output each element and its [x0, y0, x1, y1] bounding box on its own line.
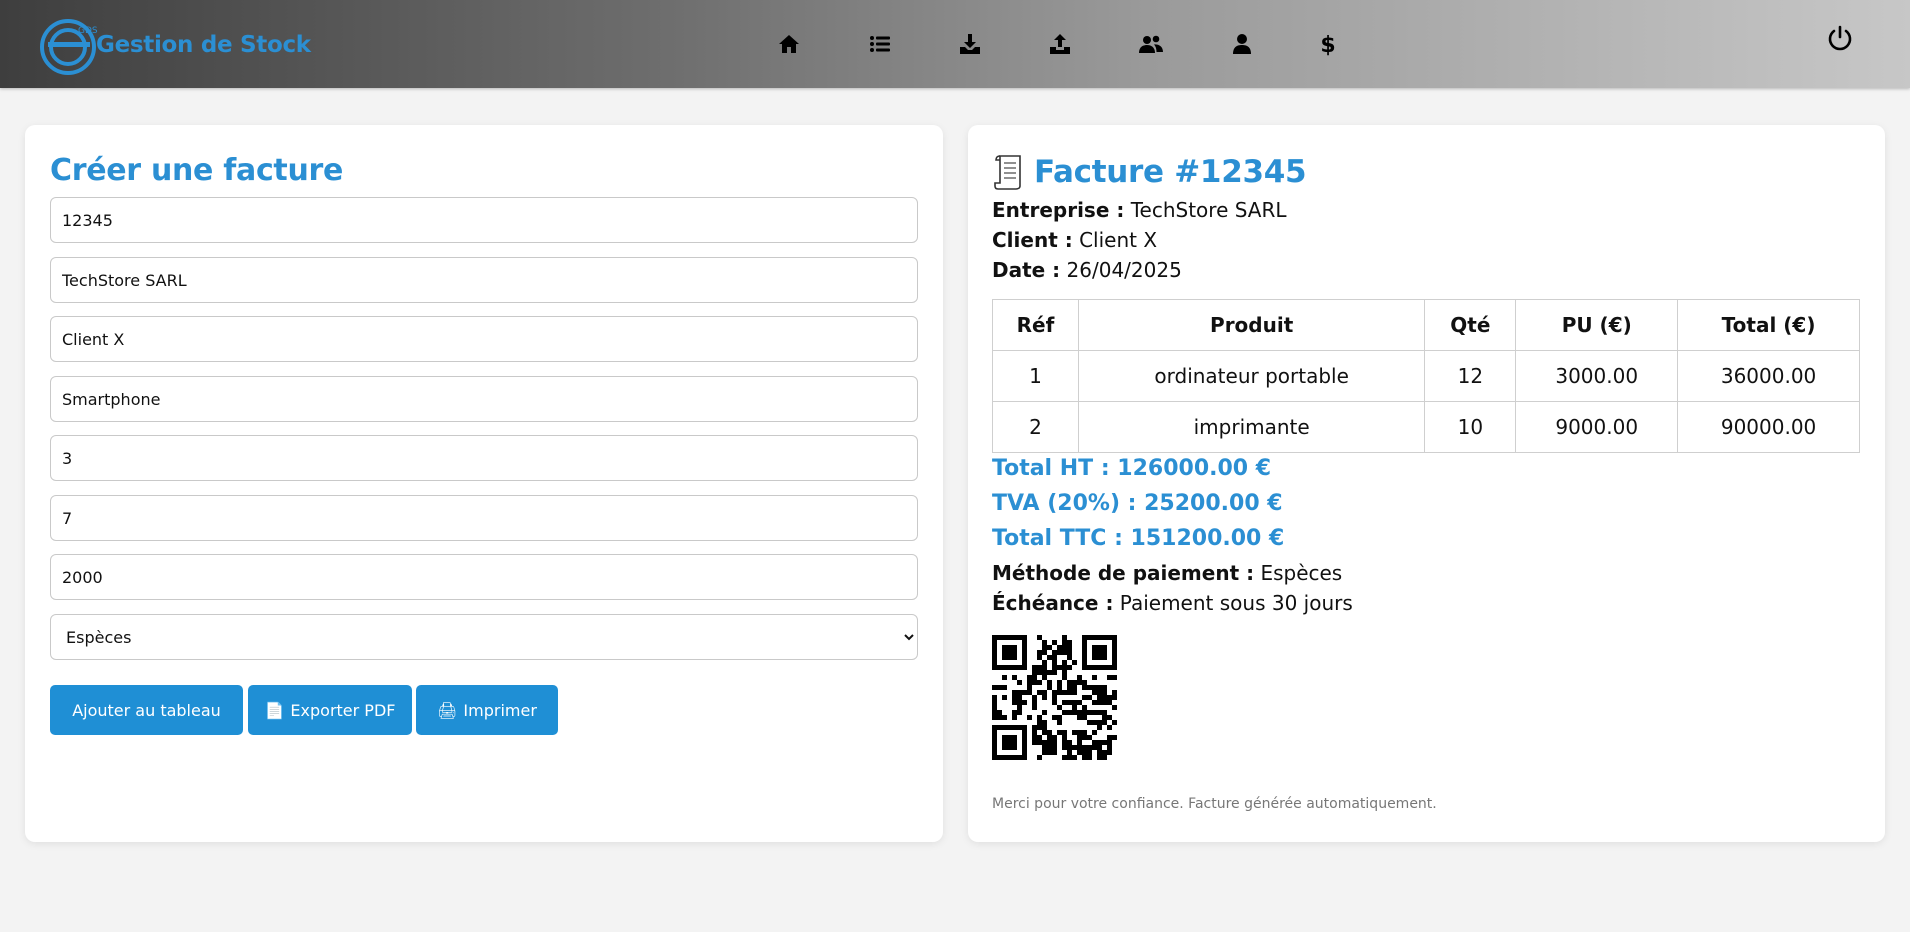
nav-users[interactable]	[1137, 30, 1165, 58]
nav-list[interactable]	[866, 30, 894, 58]
nav-entries[interactable]	[956, 30, 984, 58]
users-icon	[1139, 35, 1163, 53]
export-pdf-button[interactable]: 📄 Exporter PDF	[248, 685, 412, 735]
date-label: Date :	[992, 258, 1061, 282]
top-navbar: GDS Gestion de Stock $	[0, 0, 1910, 88]
invoice-title: Facture #12345	[992, 153, 1307, 191]
col-ref-header: Réf	[992, 299, 1079, 351]
client-input[interactable]	[50, 316, 918, 362]
nav-exits[interactable]	[1046, 30, 1074, 58]
due-value: Paiement sous 30 jours	[1119, 591, 1353, 615]
logout-button[interactable]	[1826, 24, 1856, 54]
client-value: Client X	[1079, 228, 1158, 252]
print-button-label: Imprimer	[463, 700, 537, 720]
col-total-header: Total (€)	[1677, 299, 1860, 351]
printer-icon: 🖨	[437, 700, 458, 720]
cell-qty: 12	[1424, 350, 1517, 402]
payment-line: Méthode de paiement : Espèces	[992, 561, 1342, 585]
payment-value: Espèces	[1260, 561, 1343, 585]
client-label: Client :	[992, 228, 1073, 252]
thanks-note: Merci pour votre confiance. Facture géné…	[992, 796, 1437, 812]
nav-profile[interactable]	[1228, 30, 1256, 58]
cell-ref: 2	[992, 401, 1079, 453]
date-line: Date : 26/04/2025	[992, 258, 1182, 282]
invoice-title-text: Facture #12345	[1034, 154, 1307, 190]
nav-sales[interactable]: $	[1314, 30, 1342, 58]
cell-unit-price: 9000.00	[1515, 401, 1679, 453]
col-unit-price-header: PU (€)	[1515, 299, 1679, 351]
cell-ref: 1	[992, 350, 1079, 402]
print-button[interactable]: 🖨 Imprimer	[416, 685, 558, 735]
unit-price-input[interactable]	[50, 554, 918, 600]
date-value: 26/04/2025	[1066, 258, 1182, 282]
invoice-preview-card: Facture #12345 Entreprise : TechStore SA…	[968, 125, 1885, 842]
total-ht: Total HT : 126000.00 €	[992, 456, 1272, 481]
product-input[interactable]	[50, 376, 918, 422]
due-label: Échéance :	[992, 591, 1114, 615]
company-value: TechStore SARL	[1130, 198, 1287, 222]
export-button-label: Exporter PDF	[290, 700, 396, 720]
payment-method-select[interactable]: Espèces	[50, 614, 918, 660]
quantity-input[interactable]	[50, 435, 918, 481]
client-line: Client : Client X	[992, 228, 1157, 252]
add-to-table-button[interactable]: Ajouter au tableau	[50, 685, 243, 735]
cell-total: 36000.00	[1677, 350, 1860, 402]
cell-total: 90000.00	[1677, 401, 1860, 453]
svg-text:GDS: GDS	[78, 26, 98, 36]
power-icon	[1828, 25, 1852, 51]
document-icon: 📄	[264, 700, 285, 720]
form-title: Créer une facture	[50, 153, 344, 188]
cell-product: ordinateur portable	[1077, 350, 1426, 402]
gds-logo: GDS	[40, 19, 98, 75]
field-input-6[interactable]	[50, 495, 918, 541]
svg-text:$: $	[1320, 33, 1335, 56]
dollar-icon: $	[1320, 33, 1335, 56]
home-icon	[779, 35, 799, 53]
invoice-form-card: Créer une facture Espèces Ajouter au tab…	[25, 125, 943, 842]
company-label: Entreprise :	[992, 198, 1125, 222]
user-icon	[1233, 34, 1251, 54]
tva-amount: TVA (20%) : 25200.00 €	[992, 491, 1283, 516]
list-icon	[870, 36, 890, 52]
add-button-label: Ajouter au tableau	[72, 700, 221, 720]
table-row: 1 ordinateur portable 12 3000.00 36000.0…	[992, 350, 1860, 402]
cell-product: imprimante	[1077, 401, 1426, 453]
col-product-header: Produit	[1077, 299, 1426, 351]
cell-qty: 10	[1424, 401, 1517, 453]
brand-title: Gestion de Stock	[96, 32, 311, 58]
upload-icon	[1050, 34, 1070, 54]
table-row: 2 imprimante 10 9000.00 90000.00	[992, 401, 1860, 453]
total-ttc: Total TTC : 151200.00 €	[992, 526, 1285, 551]
brand[interactable]: GDS Gestion de Stock	[38, 14, 311, 76]
scroll-icon	[994, 155, 1021, 190]
company-line: Entreprise : TechStore SARL	[992, 198, 1287, 222]
table-header-row: Réf Produit Qté PU (€) Total (€)	[992, 299, 1860, 351]
company-input[interactable]	[50, 257, 918, 303]
due-line: Échéance : Paiement sous 30 jours	[992, 591, 1353, 615]
nav-home[interactable]	[775, 30, 803, 58]
invoice-items-table: Réf Produit Qté PU (€) Total (€) 1 ordin…	[992, 299, 1860, 453]
cell-unit-price: 3000.00	[1515, 350, 1679, 402]
col-qty-header: Qté	[1424, 299, 1517, 351]
download-icon	[960, 34, 980, 54]
payment-label: Méthode de paiement :	[992, 561, 1255, 585]
qr-code	[992, 635, 1117, 760]
invoice-number-input[interactable]	[50, 197, 918, 243]
